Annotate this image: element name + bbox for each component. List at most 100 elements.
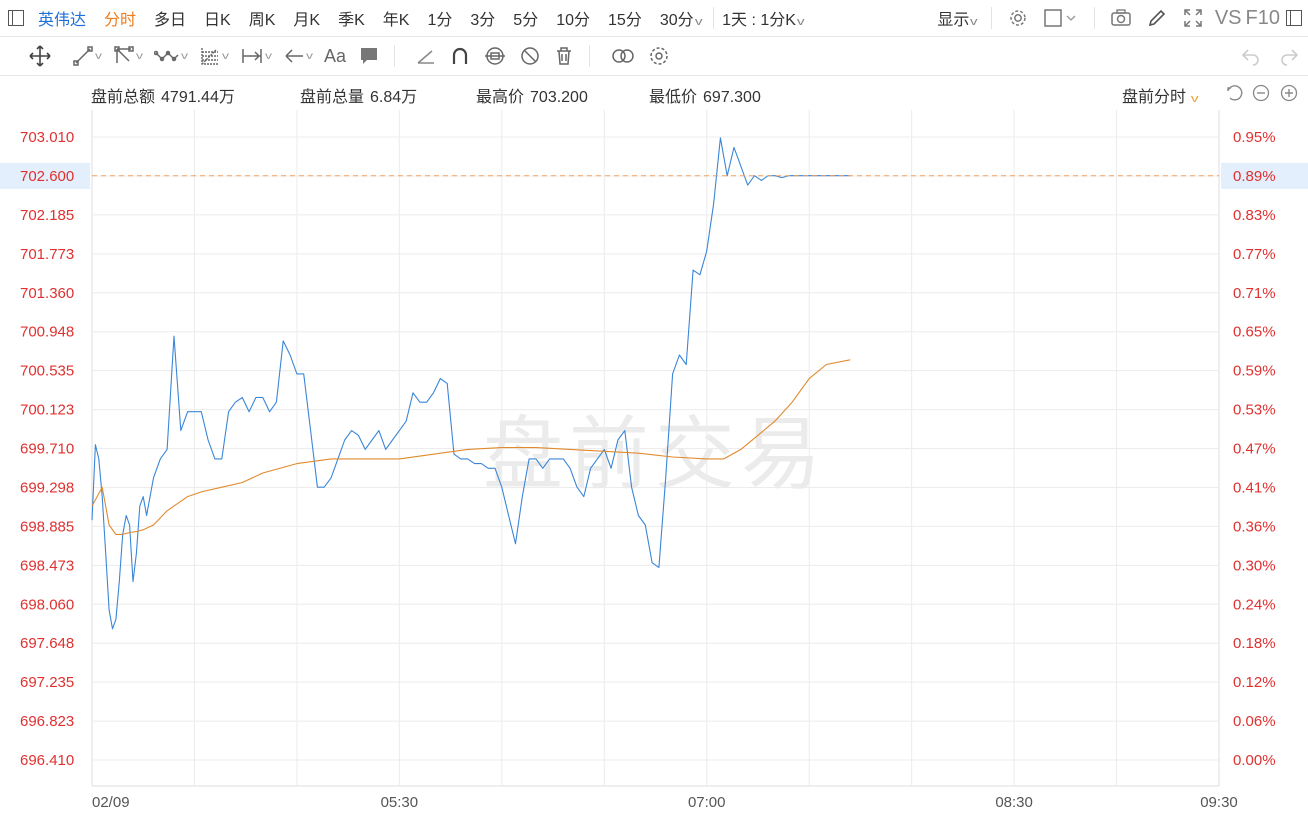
divider (394, 45, 396, 67)
chevron-down-icon: v (1190, 93, 1199, 105)
premarket-volume-label: 盘前总量 (300, 89, 365, 106)
premarket-amount-label: 盘前总额 (91, 89, 156, 106)
premarket-volume-value: 6.84万 (370, 89, 418, 106)
tab-daily-k[interactable]: 日K (204, 6, 231, 30)
stock-name[interactable]: 英伟达 (38, 6, 86, 30)
time-tick-label: 02/09 (92, 794, 130, 811)
camera-icon[interactable] (1108, 5, 1134, 31)
lock-drawings-icon[interactable] (483, 45, 507, 67)
price-tick-label: 700.948 (20, 324, 74, 341)
tab-3min[interactable]: 3分 (470, 6, 495, 30)
tab-intraday[interactable]: 分时 (104, 6, 136, 30)
tab-10min[interactable]: 10分 (556, 6, 590, 30)
wave-tool-icon[interactable]: v (154, 45, 188, 67)
period-toolbar: 英伟达 分时 多日 日K 周K 月K 季K 年K 1分 3分 5分 10分 15… (0, 0, 1308, 37)
settings-gear-icon[interactable] (1005, 5, 1031, 31)
time-tick-label: 07:00 (688, 794, 726, 811)
layout-square-icon[interactable] (1041, 5, 1081, 31)
price-tick-label: 700.535 (20, 363, 74, 380)
zoom-out-icon[interactable] (1252, 84, 1270, 102)
magnet-icon[interactable] (449, 45, 471, 67)
time-tick-label: 08:30 (995, 794, 1033, 811)
f10-button[interactable]: F10 (1246, 7, 1280, 30)
tab-1min[interactable]: 1分 (427, 6, 452, 30)
reset-icon[interactable] (1225, 84, 1243, 102)
pct-tick-label: 0.47% (1233, 441, 1276, 458)
price-tick-label: 699.710 (20, 441, 74, 458)
panel-toggle-icon[interactable] (1286, 10, 1302, 26)
hide-drawings-icon[interactable] (519, 45, 541, 67)
tab-quarterly-k[interactable]: 季K (338, 6, 365, 30)
chevron-down-icon: v (181, 50, 188, 62)
line-tool-icon[interactable]: v (72, 45, 102, 67)
vs-button[interactable]: VS (1215, 7, 1242, 30)
channel-tool-icon[interactable]: v (113, 45, 143, 67)
delete-icon[interactable] (553, 45, 575, 67)
pct-tick-label: 0.65% (1233, 324, 1276, 341)
divider (1093, 7, 1095, 29)
period-select[interactable]: 1天 : 1分Kv (722, 6, 805, 30)
fullscreen-icon[interactable] (1180, 5, 1206, 31)
tab-monthly-k[interactable]: 月K (293, 6, 320, 30)
pct-tick-label: 0.53% (1233, 402, 1276, 419)
text-tool-icon[interactable]: Aa (324, 46, 346, 67)
pencil-icon[interactable] (1144, 5, 1170, 31)
undo-icon[interactable] (1240, 45, 1262, 67)
tab-15min[interactable]: 15分 (608, 6, 642, 30)
pct-tick-label: 0.36% (1233, 518, 1276, 535)
redo-icon[interactable] (1278, 45, 1300, 67)
tab-30min-label: 30分 (659, 12, 694, 29)
pct-tick-label: 0.83% (1233, 207, 1276, 224)
chart-mode-label: 盘前分时 (1122, 89, 1187, 106)
chart-mode-select[interactable]: 盘前分时 v (1122, 83, 1199, 107)
low-price-value: 697.300 (703, 89, 761, 106)
chevron-down-icon: v (222, 50, 229, 62)
price-tick-label: 699.298 (20, 479, 74, 496)
tab-5min[interactable]: 5分 (513, 6, 538, 30)
tab-yearly-k[interactable]: 年K (383, 6, 410, 30)
pct-tick-label: 0.12% (1233, 674, 1276, 691)
premarket-volume: 盘前总量 6.84万 (300, 83, 417, 107)
display-dropdown[interactable]: 显示v (937, 6, 978, 30)
compare-icon[interactable] (610, 45, 636, 67)
price-tick-label: 702.600 (20, 168, 74, 185)
chevron-down-icon: v (306, 50, 313, 62)
price-line (91, 137, 851, 630)
zoom-in-icon[interactable] (1280, 84, 1298, 102)
comment-tool-icon[interactable] (358, 45, 380, 67)
price-tick-label: 701.773 (20, 246, 74, 263)
intraday-chart[interactable]: 盘前交易 703.010702.600702.185701.773701.360… (0, 110, 1308, 823)
arrow-tool-icon[interactable]: v (283, 45, 313, 67)
time-tick-label: 09:30 (1200, 794, 1238, 811)
premarket-amount: 盘前总额 4791.44万 (91, 83, 235, 107)
chevron-down-icon: v (694, 16, 703, 28)
pct-tick-label: 0.06% (1233, 713, 1276, 730)
sidebar-toggle-icon[interactable] (8, 10, 24, 26)
fibonacci-tool-icon[interactable]: v (199, 45, 229, 67)
chevron-down-icon: v (265, 50, 272, 62)
tab-30min[interactable]: 30分v (659, 6, 703, 30)
chevron-down-icon: v (136, 50, 143, 62)
pct-tick-label: 0.30% (1233, 557, 1276, 574)
pct-tick-label: 0.24% (1233, 596, 1276, 613)
time-tick-label: 05:30 (381, 794, 419, 811)
pct-tick-label: 0.89% (1233, 168, 1276, 185)
toolbar-right: 显示v VS F10 (937, 0, 1308, 36)
chevron-down-icon: v (796, 16, 805, 28)
tab-weekly-k[interactable]: 周K (249, 6, 276, 30)
move-icon[interactable] (28, 44, 52, 68)
price-tick-label: 696.410 (20, 752, 74, 769)
price-tick-label: 703.010 (20, 129, 74, 146)
tab-multiday[interactable]: 多日 (154, 6, 186, 30)
price-tick-label: 697.648 (20, 635, 74, 652)
range-tool-icon[interactable]: v (240, 45, 272, 67)
low-price: 最低价 697.300 (649, 83, 761, 107)
price-axis: 703.010 702.600 702.185 701.773 701.360 700.9… (0, 129, 90, 769)
pct-tick-label: 0.18% (1233, 635, 1276, 652)
percent-axis: 0.95% 0.89% 0.83% 0.77% 0.71% 0.65% 0.59% 0.53%… (1221, 129, 1308, 769)
pct-tick-label: 0.00% (1233, 752, 1276, 769)
divider (713, 7, 715, 29)
chart-settings-icon[interactable] (648, 45, 670, 67)
measure-tool-icon[interactable] (415, 45, 437, 67)
pct-tick-label: 0.59% (1233, 363, 1276, 380)
